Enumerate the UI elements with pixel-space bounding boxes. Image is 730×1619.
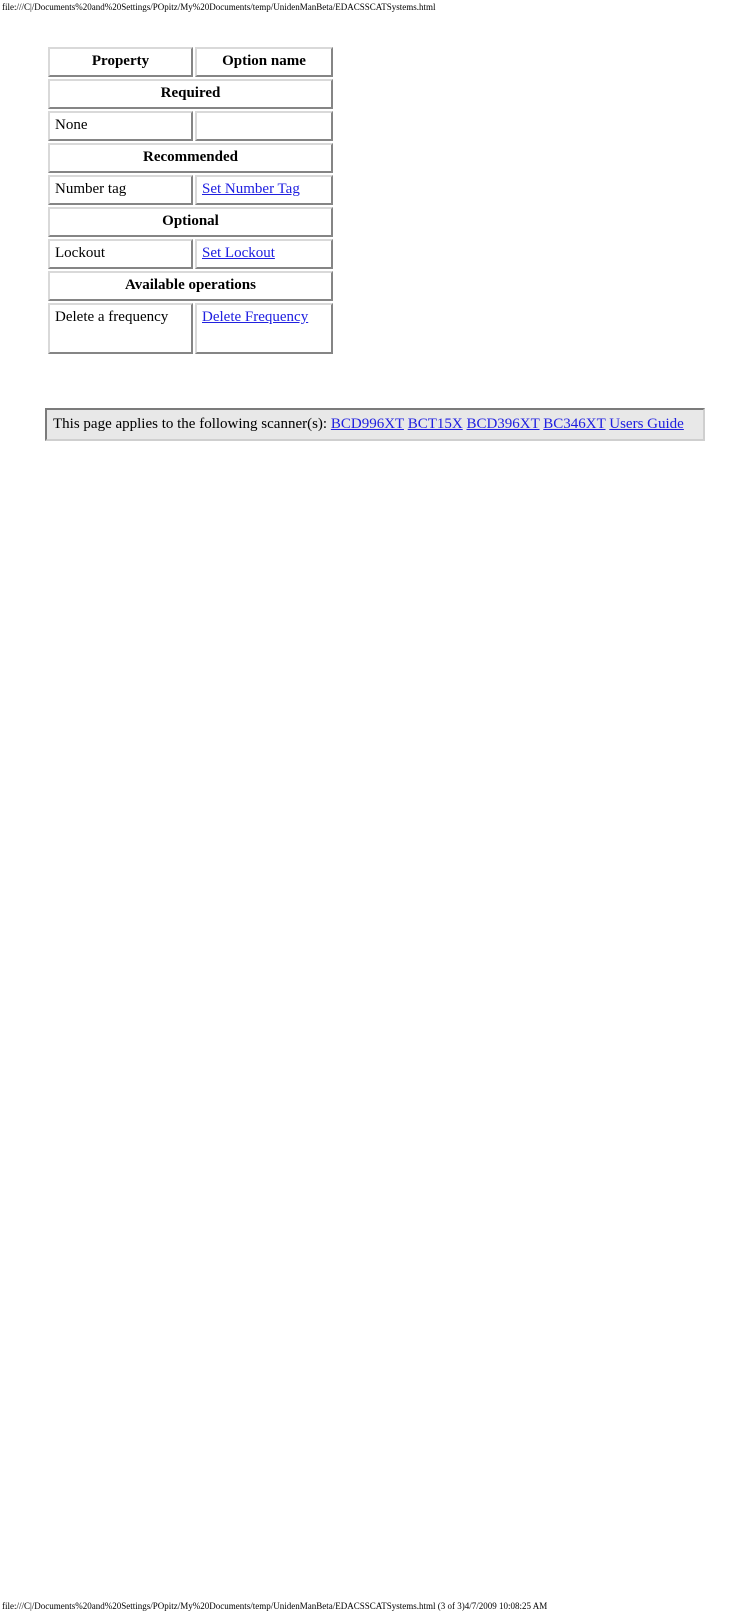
table-body: Property Option name Required None Recom…: [48, 47, 333, 354]
print-footer-url: file:///C|/Documents%20and%20Settings/PO…: [2, 1601, 548, 1611]
row-property-lockout: Lockout: [48, 239, 193, 269]
table-row: Delete a frequency Delete Frequency: [48, 303, 333, 354]
section-band-available-operations: Available operations: [48, 271, 333, 301]
row-option-cell-number-tag: Set Number Tag: [195, 175, 333, 205]
section-band-row-recommended: Recommended: [48, 143, 333, 173]
link-delete-frequency[interactable]: Delete Frequency: [202, 309, 308, 325]
applies-to-intro: This page applies to the following scann…: [53, 416, 328, 432]
section-band-row-optional: Optional: [48, 207, 333, 237]
row-property-number-tag: Number tag: [48, 175, 193, 205]
section-band-row-required: Required: [48, 79, 333, 109]
main-content: Property Option name Required None Recom…: [45, 44, 710, 357]
print-header-url: file:///C|/Documents%20and%20Settings/PO…: [2, 2, 436, 12]
row-property-delete-frequency: Delete a frequency: [48, 303, 193, 354]
link-set-lockout[interactable]: Set Lockout: [202, 245, 275, 261]
table-row: Lockout Set Lockout: [48, 239, 333, 269]
table-header-row: Property Option name: [48, 47, 333, 77]
table-row: None: [48, 111, 333, 141]
row-option-cell-lockout: Set Lockout: [195, 239, 333, 269]
section-band-row-operations: Available operations: [48, 271, 333, 301]
section-band-required: Required: [48, 79, 333, 109]
link-scanner-bct15x[interactable]: BCT15X: [408, 416, 463, 432]
row-property-none: None: [48, 111, 193, 141]
applies-to-box: This page applies to the following scann…: [45, 408, 705, 441]
section-band-recommended: Recommended: [48, 143, 333, 173]
column-header-property: Property: [48, 47, 193, 77]
link-users-guide[interactable]: Users Guide: [609, 416, 684, 432]
row-option-none: [195, 111, 333, 141]
property-option-table: Property Option name Required None Recom…: [45, 44, 336, 357]
table-row: Number tag Set Number Tag: [48, 175, 333, 205]
row-option-cell-delete-frequency: Delete Frequency: [195, 303, 333, 354]
column-header-option-name: Option name: [195, 47, 333, 77]
link-scanner-bcd996xt[interactable]: BCD996XT: [331, 416, 404, 432]
link-scanner-bcd396xt[interactable]: BCD396XT: [466, 416, 539, 432]
link-scanner-bc346xt[interactable]: BC346XT: [543, 416, 605, 432]
section-band-optional: Optional: [48, 207, 333, 237]
link-set-number-tag[interactable]: Set Number Tag: [202, 181, 300, 197]
